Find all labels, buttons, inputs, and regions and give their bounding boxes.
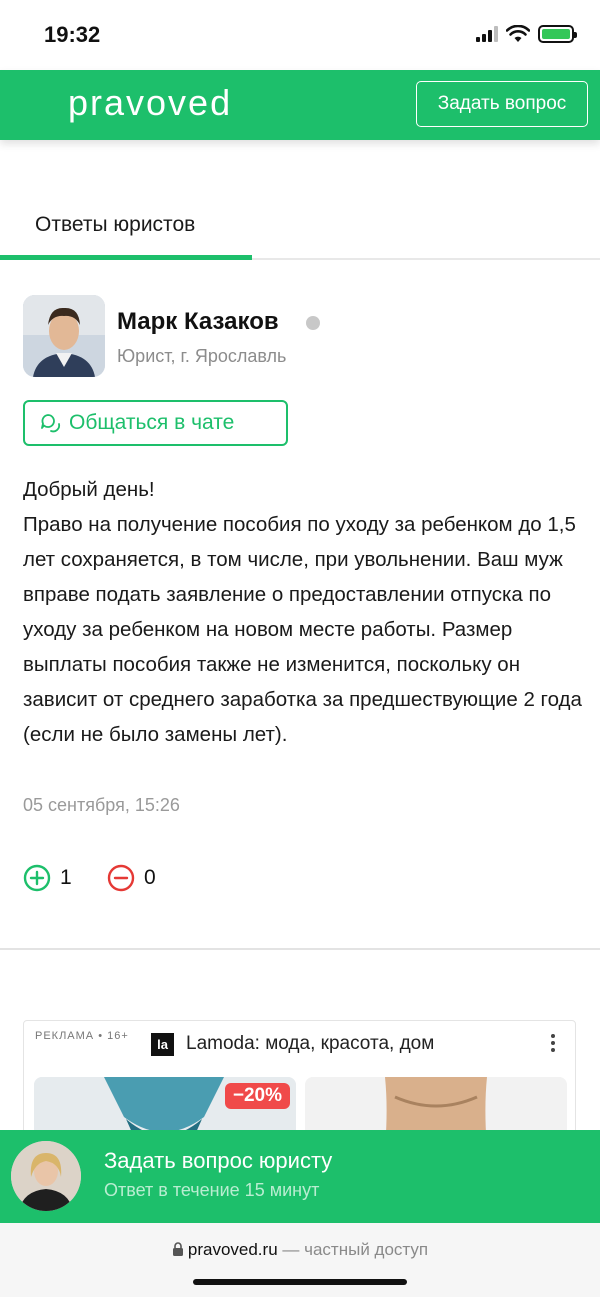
status-time: 19:32 — [44, 22, 101, 47]
answer-date: 05 сентября, 15:26 — [23, 795, 180, 815]
status-bar: 19:32 — [0, 0, 600, 70]
cellular-signal-icon — [476, 26, 498, 42]
ask-lawyer-banner[interactable]: Задать вопрос юристу Ответ в течение 15 … — [0, 1130, 600, 1223]
discount-badge: −20% — [224, 1083, 290, 1109]
consultant-photo-icon — [11, 1141, 81, 1211]
lawyer-avatar[interactable] — [23, 295, 105, 377]
banner-title: Задать вопрос юристу — [104, 1148, 333, 1173]
browser-address-bar[interactable]: pravoved.ru — частный доступ — [0, 1223, 600, 1297]
lock-icon — [172, 1242, 183, 1256]
app-header: pravoved Задать вопрос — [0, 70, 600, 140]
section-divider — [0, 948, 600, 950]
lawyer-name[interactable]: Марк Казаков — [117, 308, 279, 336]
home-indicator[interactable] — [193, 1279, 407, 1285]
more-options-icon[interactable] — [551, 1031, 555, 1055]
lawyer-role: Юрист, г. Ярославль — [117, 346, 287, 366]
answer-text: Добрый день! Право на получение пособия … — [23, 478, 582, 746]
pravoved-logo[interactable]: pravoved — [68, 82, 232, 124]
minus-circle-icon — [107, 864, 135, 892]
ask-question-button[interactable]: Задать вопрос — [416, 81, 588, 127]
url-display[interactable]: pravoved.ru — частный доступ — [0, 1240, 600, 1260]
vote-down-count: 0 — [144, 866, 156, 889]
vote-up-button[interactable]: 1 — [23, 864, 72, 892]
wifi-icon — [506, 25, 530, 42]
tab-divider — [252, 258, 600, 260]
vote-down-button[interactable]: 0 — [107, 864, 156, 892]
status-icons — [476, 25, 577, 43]
plus-circle-icon — [23, 864, 51, 892]
chat-button[interactable]: Общаться в чате — [23, 400, 288, 446]
battery-icon — [538, 25, 577, 43]
vote-up-count: 1 — [60, 866, 72, 889]
chat-button-label: Общаться в чате — [69, 411, 235, 434]
banner-subtitle: Ответ в течение 15 минут — [104, 1180, 320, 1200]
ad-title[interactable]: Lamoda: мода, красота, дом — [186, 1033, 434, 1055]
offline-status-dot — [306, 316, 320, 330]
lamoda-logo-icon: la — [151, 1033, 174, 1056]
lawyer-photo-icon — [23, 295, 105, 377]
consultant-avatar — [11, 1141, 81, 1211]
active-tab-indicator — [0, 255, 252, 260]
url-suffix: — частный доступ — [282, 1240, 429, 1259]
chat-bubbles-icon — [41, 414, 61, 433]
url-domain: pravoved.ru — [187, 1240, 278, 1259]
ad-label: РЕКЛАМА • 16+ — [35, 1030, 129, 1042]
tab-lawyer-answers[interactable]: Ответы юристов — [35, 213, 195, 237]
